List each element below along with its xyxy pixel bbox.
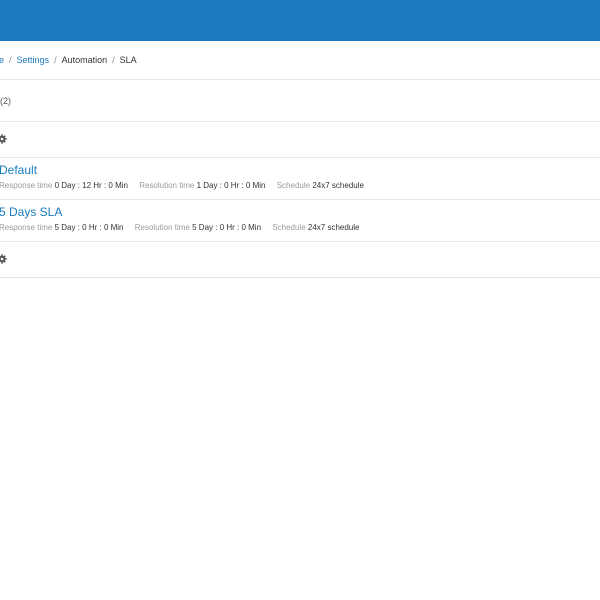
breadcrumb-separator: /	[112, 55, 115, 65]
schedule-label: Schedule	[272, 223, 306, 232]
breadcrumb-separator: /	[9, 55, 12, 65]
sla-policy-row: Default Response time 0 Day : 12 Hr : 0 …	[0, 158, 600, 200]
sla-policy-details: Response time 5 Day : 0 Hr : 0 Min Resol…	[0, 223, 368, 232]
top-header-bar	[0, 0, 600, 41]
breadcrumb-settings-link[interactable]: Settings	[17, 55, 50, 65]
resolution-time-label: Resolution time	[139, 181, 195, 190]
breadcrumb-home-link[interactable]: e	[0, 55, 4, 65]
response-time-value: 5 Day : 0 Hr : 0 Min	[54, 223, 124, 232]
breadcrumb-current-sla: SLA	[119, 55, 137, 65]
gear-icon[interactable]	[0, 131, 7, 149]
resolution-time-value: 1 Day : 0 Hr : 0 Min	[196, 181, 266, 190]
sla-policy-row: 5 Days SLA Response time 5 Day : 0 Hr : …	[0, 200, 600, 242]
sla-count-header: (2)	[0, 80, 600, 122]
sla-policy-title-link[interactable]: 5 Days SLA	[0, 205, 62, 219]
breadcrumb-automation: Automation	[61, 55, 108, 65]
sla-count: (2)	[0, 95, 11, 106]
resolution-time-value: 5 Day : 0 Hr : 0 Min	[192, 223, 262, 232]
schedule-value: 24x7 schedule	[312, 181, 364, 190]
list-toolbar-bottom	[0, 242, 600, 278]
sla-policy-title-link[interactable]: Default	[0, 163, 37, 177]
response-time-label: Response time	[0, 181, 53, 190]
breadcrumb-separator: /	[54, 55, 57, 65]
sla-policy-details: Response time 0 Day : 12 Hr : 0 Min Reso…	[0, 181, 373, 190]
gear-icon[interactable]	[0, 251, 7, 269]
list-toolbar-top	[0, 122, 600, 158]
breadcrumb: e / Settings / Automation / SLA	[0, 41, 600, 80]
schedule-label: Schedule	[276, 181, 311, 190]
response-time-value: 0 Day : 12 Hr : 0 Min	[54, 181, 128, 190]
resolution-time-label: Resolution time	[134, 223, 190, 232]
response-time-label: Response time	[0, 223, 53, 232]
schedule-value: 24x7 schedule	[307, 223, 360, 232]
